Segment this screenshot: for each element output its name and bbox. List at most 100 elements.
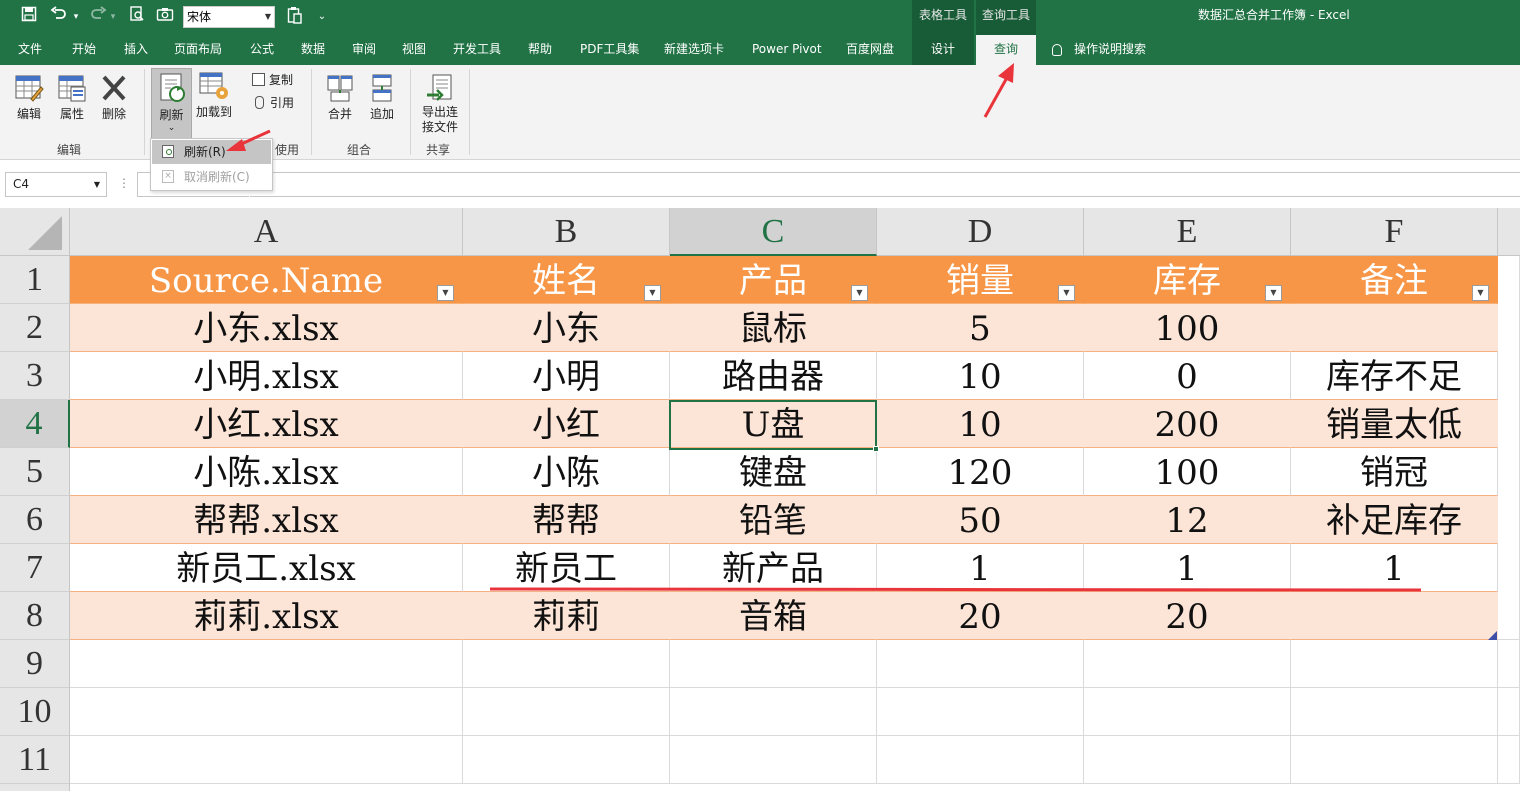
- tab-new-tab[interactable]: 新建选项卡: [664, 35, 724, 65]
- table-cell[interactable]: 小红: [463, 400, 670, 448]
- empty-cell[interactable]: [1291, 640, 1498, 688]
- table-cell[interactable]: 小陈.xlsx: [70, 448, 463, 496]
- tab-insert[interactable]: 插入: [124, 35, 148, 65]
- fill-handle[interactable]: [873, 446, 879, 452]
- table-cell[interactable]: 帮帮: [463, 496, 670, 544]
- table-cell[interactable]: 120: [877, 448, 1084, 496]
- table-cell[interactable]: 铅笔: [670, 496, 877, 544]
- tab-data[interactable]: 数据: [301, 35, 325, 65]
- undo-icon[interactable]: [48, 6, 70, 28]
- empty-cell[interactable]: [463, 688, 670, 736]
- tab-query[interactable]: 查询: [976, 35, 1036, 65]
- formula-input[interactable]: [250, 172, 1520, 197]
- table-cell[interactable]: 鼠标: [670, 304, 877, 352]
- row-header-1[interactable]: 1: [0, 256, 70, 304]
- empty-cell[interactable]: [670, 640, 877, 688]
- empty-cell[interactable]: [670, 688, 877, 736]
- undo-dropdown-icon[interactable]: ▾: [71, 6, 81, 28]
- tab-file[interactable]: 文件: [18, 35, 42, 65]
- row-header-6[interactable]: 6: [0, 496, 70, 544]
- tab-power-pivot[interactable]: Power Pivot: [752, 35, 822, 65]
- merge-button[interactable]: 合并: [322, 73, 358, 122]
- row-header-10[interactable]: 10: [0, 688, 70, 736]
- table-cell[interactable]: 路由器: [670, 352, 877, 400]
- empty-cell[interactable]: [70, 688, 463, 736]
- empty-cell[interactable]: [1084, 640, 1291, 688]
- print-preview-icon[interactable]: [128, 6, 146, 28]
- empty-cell[interactable]: [1498, 688, 1520, 736]
- table-cell[interactable]: 1: [877, 544, 1084, 592]
- table-cell[interactable]: 20: [1084, 592, 1291, 640]
- filter-dropdown-icon[interactable]: ▼: [1472, 285, 1489, 301]
- empty-cell[interactable]: [463, 736, 670, 784]
- table-cell[interactable]: 库存不足: [1291, 352, 1498, 400]
- save-icon[interactable]: [20, 6, 38, 28]
- row-header-2[interactable]: 2: [0, 304, 70, 352]
- font-name-select[interactable]: 宋体 ▼: [183, 6, 275, 28]
- empty-cell[interactable]: [1498, 256, 1520, 640]
- empty-cell[interactable]: [1291, 688, 1498, 736]
- table-cell[interactable]: 1: [1084, 544, 1291, 592]
- table-cell[interactable]: 12: [1084, 496, 1291, 544]
- menu-item-cancel-refresh[interactable]: × 取消刷新(C): [152, 165, 271, 189]
- table-cell[interactable]: 帮帮.xlsx: [70, 496, 463, 544]
- table-cell[interactable]: 新员工: [463, 544, 670, 592]
- table-cell[interactable]: 销量太低: [1291, 400, 1498, 448]
- table-cell[interactable]: 50: [877, 496, 1084, 544]
- tab-design[interactable]: 设计: [912, 35, 974, 65]
- filter-dropdown-icon[interactable]: ▼: [1265, 285, 1282, 301]
- filter-dropdown-icon[interactable]: ▼: [1058, 285, 1075, 301]
- table-cell[interactable]: [1291, 592, 1498, 640]
- row-header-9[interactable]: 9: [0, 640, 70, 688]
- table-cell[interactable]: 莉莉: [463, 592, 670, 640]
- column-header-a[interactable]: A: [70, 208, 463, 256]
- tab-baidu-netdisk[interactable]: 百度网盘: [846, 35, 894, 65]
- table-cell[interactable]: 小东.xlsx: [70, 304, 463, 352]
- worksheet-grid[interactable]: A B C D E F 1 2 3 4 5 6 7 8 9 10 11 Sour…: [0, 208, 1520, 791]
- table-cell[interactable]: 200: [1084, 400, 1291, 448]
- row-header-3[interactable]: 3: [0, 352, 70, 400]
- redo-dropdown-icon[interactable]: ▾: [108, 6, 118, 28]
- tab-help[interactable]: 帮助: [528, 35, 552, 65]
- paste-icon[interactable]: [285, 6, 305, 28]
- tell-me-search[interactable]: 操作说明搜索: [1052, 35, 1146, 65]
- table-cell[interactable]: 补足库存: [1291, 496, 1498, 544]
- tab-page-layout[interactable]: 页面布局: [174, 35, 222, 65]
- tab-review[interactable]: 审阅: [352, 35, 376, 65]
- row-header-5[interactable]: 5: [0, 448, 70, 496]
- row-header-11[interactable]: 11: [0, 736, 70, 784]
- empty-cell[interactable]: [70, 736, 463, 784]
- name-box[interactable]: C4 ▼: [5, 172, 107, 197]
- table-cell[interactable]: [1291, 304, 1498, 352]
- table-cell[interactable]: 小明: [463, 352, 670, 400]
- filter-dropdown-icon[interactable]: ▼: [437, 285, 454, 301]
- column-header-e[interactable]: E: [1084, 208, 1291, 256]
- table-cell[interactable]: 莉莉.xlsx: [70, 592, 463, 640]
- table-cell[interactable]: 10: [877, 400, 1084, 448]
- refresh-button[interactable]: 刷新 ⌄: [151, 68, 192, 139]
- table-header-cell[interactable]: 销量 ▼: [877, 256, 1084, 304]
- table-cell[interactable]: 小明.xlsx: [70, 352, 463, 400]
- menu-item-refresh[interactable]: 刷新(R): [152, 140, 271, 164]
- empty-cell[interactable]: [70, 640, 463, 688]
- camera-icon[interactable]: [155, 6, 175, 28]
- empty-cell[interactable]: [1084, 736, 1291, 784]
- table-cell[interactable]: 0: [1084, 352, 1291, 400]
- table-header-cell[interactable]: 库存 ▼: [1084, 256, 1291, 304]
- table-header-cell[interactable]: 姓名 ▼: [463, 256, 670, 304]
- column-header-b[interactable]: B: [463, 208, 670, 256]
- column-header-f[interactable]: F: [1291, 208, 1498, 256]
- load-to-button[interactable]: 加载到: [195, 71, 233, 120]
- table-cell[interactable]: 100: [1084, 448, 1291, 496]
- filter-dropdown-icon[interactable]: ▼: [851, 285, 868, 301]
- column-header-d[interactable]: D: [877, 208, 1084, 256]
- properties-button[interactable]: 属性: [55, 73, 89, 122]
- empty-cell[interactable]: [1291, 736, 1498, 784]
- empty-cell[interactable]: [463, 640, 670, 688]
- table-header-cell[interactable]: 产品 ▼: [670, 256, 877, 304]
- table-cell[interactable]: 小东: [463, 304, 670, 352]
- empty-cell[interactable]: [1498, 640, 1520, 688]
- select-all-button[interactable]: [0, 208, 70, 256]
- table-cell[interactable]: 音箱: [670, 592, 877, 640]
- table-cell[interactable]: 小红.xlsx: [70, 400, 463, 448]
